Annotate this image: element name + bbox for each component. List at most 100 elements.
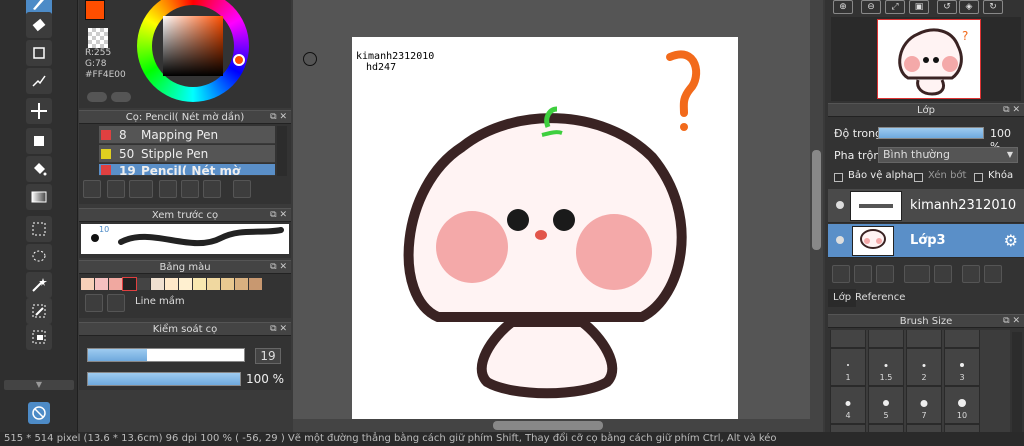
select-pen-tool-button[interactable] [26, 298, 52, 324]
eye-icon[interactable] [836, 236, 844, 244]
brush-item[interactable]: 8 Mapping Pen [99, 126, 275, 144]
select-tool-button[interactable] [26, 216, 52, 242]
brush-list-scrollbar[interactable] [277, 126, 287, 176]
layer-opacity-slider[interactable] [878, 127, 984, 139]
color-history-button[interactable] [111, 92, 131, 102]
no-entry-button[interactable] [28, 402, 50, 424]
horizontal-scroll-thumb[interactable] [493, 421, 603, 430]
color-mode-button[interactable] [87, 92, 107, 102]
panel-window-icons[interactable]: ⧉ ✕ [1003, 104, 1020, 117]
brush-size-cell[interactable]: 3 [944, 348, 980, 386]
reset-view-icon[interactable]: ◈ [959, 0, 979, 14]
clipping-checkbox[interactable] [914, 173, 923, 182]
hue-wheel[interactable] [137, 0, 249, 102]
panel-window-icons[interactable]: ⧉ ✕ [270, 323, 287, 336]
canvas-horizontal-scrollbar[interactable] [293, 419, 810, 432]
palette-swatch[interactable] [249, 278, 262, 290]
lasso-tool-button[interactable] [26, 244, 52, 270]
brush-size-cell[interactable] [906, 330, 942, 348]
brush-copy-button[interactable] [159, 180, 177, 198]
tab-reference[interactable]: Reference [850, 289, 910, 307]
canvas-vertical-scrollbar[interactable] [810, 0, 823, 432]
delete-palette-button[interactable] [107, 294, 125, 312]
layer-add-dropdown[interactable] [904, 265, 930, 283]
brush-size-cell[interactable]: 5 [868, 386, 904, 424]
sub-color-swatch[interactable] [88, 28, 108, 48]
gradient-tool-button[interactable] [26, 184, 52, 210]
panel-window-icons[interactable]: ⧉ ✕ [270, 261, 287, 274]
brush-size-cell[interactable]: 10 [944, 386, 980, 424]
expand-tools-button[interactable]: ▼ [4, 380, 74, 390]
duplicate-layer-button[interactable] [962, 265, 980, 283]
brush-cloud-button[interactable] [83, 180, 101, 198]
palette-swatch[interactable] [109, 278, 122, 290]
eye-icon[interactable] [836, 201, 844, 209]
main-color-swatch[interactable] [85, 0, 105, 20]
merge-layer-button[interactable] [984, 265, 1002, 283]
drawing-paper[interactable]: kimanh2312010 hd247 [352, 37, 738, 423]
new-layer-button[interactable] [832, 265, 850, 283]
panel-window-icons[interactable]: ⧉ ✕ [1003, 315, 1020, 328]
palette-swatch[interactable] [151, 278, 164, 290]
palette-swatch[interactable] [81, 278, 94, 290]
palette-swatch[interactable] [207, 278, 220, 290]
brush-size-cell[interactable]: 1.5 [868, 348, 904, 386]
zoom-in-icon[interactable]: ⊕ [833, 0, 853, 14]
layer-folder-button[interactable] [934, 265, 952, 283]
fill-rect-tool-button[interactable] [26, 128, 52, 154]
brush-size-cell[interactable]: 1 [830, 348, 866, 386]
brush-item-selected[interactable]: 19 Pencil( Nét mờ dần) [99, 164, 275, 176]
brush-size-slider[interactable] [87, 348, 245, 362]
rotate-left-icon[interactable]: ↺ [937, 0, 957, 14]
gear-icon[interactable]: ⚙ [1004, 231, 1018, 250]
palette-swatch[interactable] [179, 278, 192, 290]
brush-folder-button[interactable] [181, 180, 199, 198]
vertical-scroll-thumb[interactable] [812, 150, 821, 250]
protect-alpha-checkbox[interactable] [834, 173, 843, 182]
lock-checkbox[interactable] [974, 173, 983, 182]
brush-duplicate-button[interactable] [203, 180, 221, 198]
new-palette-button[interactable] [85, 294, 103, 312]
panel-window-icons[interactable]: ⧉ ✕ [270, 111, 287, 124]
hue-knob[interactable] [233, 54, 245, 66]
fit-window-icon[interactable]: ⤢ [885, 0, 905, 14]
new-1bit-layer-button[interactable] [876, 265, 894, 283]
brush-size-cell[interactable]: 2 [906, 348, 942, 386]
brush-opacity-slider[interactable] [87, 372, 241, 386]
brush-size-scrollbar[interactable] [1012, 332, 1022, 446]
bucket-tool-button[interactable] [26, 156, 52, 182]
palette-swatch[interactable] [95, 278, 108, 290]
canvas-area[interactable]: kimanh2312010 hd247 [293, 0, 823, 432]
palette-swatch[interactable] [221, 278, 234, 290]
brush-add-dropdown[interactable] [129, 180, 153, 198]
brush-size-cell[interactable] [830, 330, 866, 348]
rect-tool-button[interactable] [26, 40, 52, 66]
move-tool-button[interactable] [26, 98, 52, 124]
saturation-value-square[interactable] [163, 16, 223, 76]
brush-delete-button[interactable] [233, 180, 251, 198]
brush-size-value[interactable]: 19 [255, 348, 281, 364]
actual-size-icon[interactable]: ▣ [909, 0, 929, 14]
brush-item[interactable]: 50 Stipple Pen [99, 145, 275, 163]
zoom-out-icon[interactable]: ⊖ [861, 0, 881, 14]
palette-swatch[interactable] [165, 278, 178, 290]
layer-item-selected[interactable]: Lớp3 ⚙ [828, 224, 1024, 258]
rotate-right-icon[interactable]: ↻ [983, 0, 1003, 14]
blend-mode-select[interactable]: Bình thường ▼ [878, 147, 1018, 163]
magic-wand-tool-button[interactable] [26, 272, 52, 298]
select-eraser-tool-button[interactable] [26, 324, 52, 350]
new-brush-button[interactable] [107, 180, 125, 198]
palette-swatch[interactable] [122, 277, 137, 291]
eraser-tool-button[interactable] [26, 12, 52, 38]
palette-swatch[interactable] [137, 278, 150, 290]
navigator-view[interactable]: ? [831, 17, 1021, 101]
brush-size-cell[interactable]: 7 [906, 386, 942, 424]
brush-size-cell[interactable] [868, 330, 904, 348]
brush-size-cell[interactable]: 4 [830, 386, 866, 424]
line-tool-button[interactable] [26, 68, 52, 94]
panel-window-icons[interactable]: ⧉ ✕ [270, 209, 287, 222]
palette-swatch[interactable] [193, 278, 206, 290]
layer-item[interactable]: kimanh2312010 [828, 189, 1024, 223]
new-halftone-layer-button[interactable] [854, 265, 872, 283]
palette-swatch[interactable] [235, 278, 248, 290]
